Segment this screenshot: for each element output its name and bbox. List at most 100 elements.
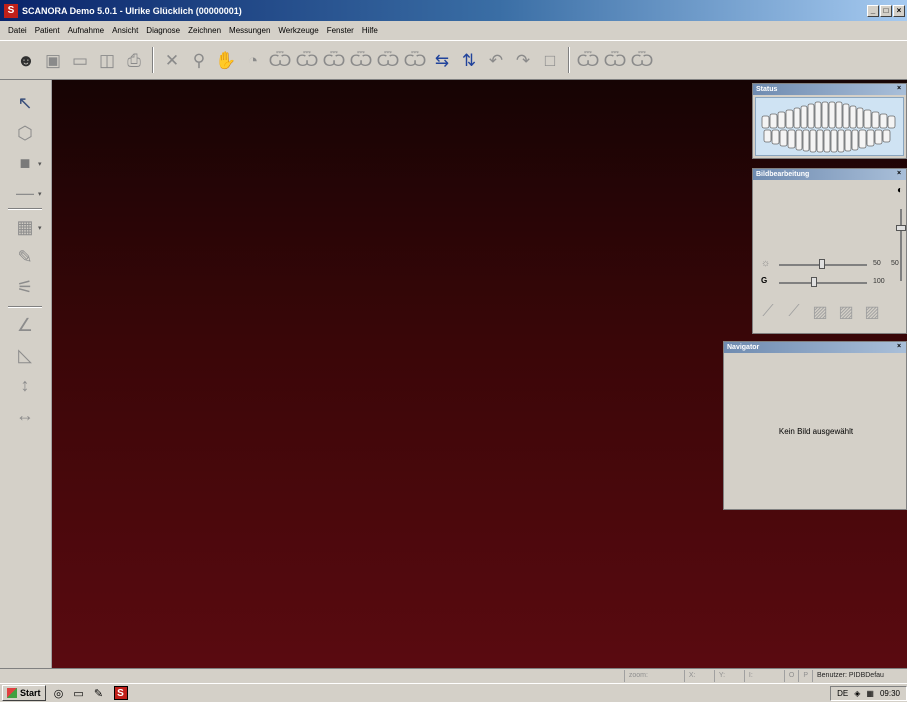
- eraser-icon[interactable]: ⬡: [10, 120, 40, 146]
- image-processing-header: Bildbearbeitung ×: [753, 169, 906, 180]
- system-tray: DE ◈ ▦ 09:30: [830, 685, 907, 701]
- zoom-icon[interactable]: ⚲: [187, 48, 211, 72]
- gamma-slider-thumb[interactable]: [811, 277, 817, 287]
- draw-tool-icon[interactable]: ✎: [10, 244, 40, 270]
- tooth-view-1-icon[interactable]: Ѿ: [268, 48, 292, 72]
- image-processing-title: Bildbearbeitung: [756, 171, 810, 178]
- navigator-panel: Navigator × Kein Bild ausgewählt: [723, 341, 907, 510]
- close-icon[interactable]: ×: [895, 85, 903, 93]
- teeth-chart-icon: [761, 101, 896, 153]
- tooth-view-8-icon[interactable]: Ѿ: [603, 48, 627, 72]
- windows-logo-icon: [7, 688, 17, 698]
- tooth-view-6-icon[interactable]: Ѿ: [403, 48, 427, 72]
- curve-preset-1-icon[interactable]: ▨: [809, 301, 831, 323]
- app-logo-icon: S: [4, 3, 18, 18]
- calibrate-tool-icon[interactable]: ⚟: [10, 274, 40, 300]
- line-style-icon[interactable]: ―: [10, 180, 40, 206]
- curve-preset-2-icon[interactable]: ▨: [835, 301, 857, 323]
- contrast-slider-track[interactable]: [900, 209, 902, 281]
- status-user: Benutzer: PIDBDefau: [812, 670, 907, 682]
- navigator-header: Navigator ×: [724, 342, 906, 353]
- gamma-label: G: [761, 276, 768, 285]
- copy-icon[interactable]: ◫: [95, 48, 119, 72]
- save-icon[interactable]: ▭: [68, 48, 92, 72]
- status-p: P: [798, 670, 812, 682]
- menu-ansicht[interactable]: Ansicht: [108, 26, 142, 35]
- status-y: Y:: [713, 670, 744, 682]
- tooth-view-9-icon[interactable]: Ѿ: [630, 48, 654, 72]
- chevron-down-icon[interactable]: ▾: [38, 224, 42, 232]
- menu-hilfe[interactable]: Hilfe: [358, 26, 382, 35]
- brightness-icon: ☼: [761, 258, 771, 269]
- gamma-slider-track[interactable]: [779, 282, 867, 284]
- menu-fenster[interactable]: Fenster: [323, 26, 358, 35]
- navigator-title: Navigator: [727, 344, 760, 351]
- tooth-view-2-icon[interactable]: Ѿ: [295, 48, 319, 72]
- crop-icon[interactable]: □: [538, 48, 562, 72]
- taskbar-scanora-button[interactable]: S: [113, 686, 128, 700]
- status-panel: Status ×: [752, 83, 907, 159]
- menu-bar: Datei Patient Aufnahme Ansicht Diagnose …: [0, 21, 907, 40]
- menu-werkzeuge[interactable]: Werkzeuge: [274, 26, 322, 35]
- patient-icon[interactable]: ☻: [14, 48, 38, 72]
- fullscreen-icon[interactable]: ✕: [160, 48, 184, 72]
- vertical-measure-icon[interactable]: ↕: [10, 372, 40, 398]
- menu-datei[interactable]: Datei: [4, 26, 31, 35]
- toolbar-separator: [152, 47, 154, 73]
- close-icon[interactable]: ×: [895, 170, 903, 178]
- contrast-slider-thumb[interactable]: [896, 225, 906, 231]
- redo-icon[interactable]: ↷: [511, 48, 535, 72]
- tray-network-icon[interactable]: ▦: [866, 689, 874, 698]
- status-panel-header: Status ×: [753, 84, 906, 95]
- pen-icon[interactable]: ✎: [92, 686, 106, 700]
- print-icon[interactable]: ⎙: [122, 48, 146, 72]
- tooth-view-4-icon[interactable]: Ѿ: [349, 48, 373, 72]
- start-button[interactable]: Start: [2, 685, 46, 701]
- windows-taskbar: Start ◎ ▭ ✎ S DE ◈ ▦ 09:30: [0, 683, 907, 702]
- image-processing-panel: Bildbearbeitung × ◐ ☼ 50 50 G 100 ⟋ ⟋ ▨ …: [752, 168, 907, 334]
- triangle-measure-icon[interactable]: ◺: [10, 342, 40, 368]
- tooth-view-3-icon[interactable]: Ѿ: [322, 48, 346, 72]
- pointer-icon[interactable]: ↖: [10, 90, 40, 116]
- contrast-icon[interactable]: ◔: [241, 48, 265, 72]
- minimize-button[interactable]: _: [867, 4, 879, 17]
- status-o: O: [783, 670, 798, 682]
- status-bar: zoom: X: Y: I: O P Benutzer: PIDBDefau: [0, 668, 907, 683]
- language-indicator[interactable]: DE: [837, 689, 848, 698]
- maximize-button[interactable]: □: [880, 4, 892, 17]
- start-label: Start: [20, 688, 41, 698]
- brightness-value: 50: [873, 260, 881, 267]
- chevron-down-icon[interactable]: ▾: [38, 190, 42, 198]
- horizontal-measure-icon[interactable]: ↔: [10, 402, 40, 428]
- status-zoom: zoom:: [623, 670, 684, 682]
- sidebar-separator: [8, 306, 42, 308]
- undo-icon[interactable]: ↶: [484, 48, 508, 72]
- tray-app-icon[interactable]: ◈: [854, 689, 860, 698]
- curve-soft-icon[interactable]: ⟋: [783, 301, 805, 323]
- folder-icon[interactable]: ▭: [72, 686, 86, 700]
- flip-horizontal-icon[interactable]: ⇆: [430, 48, 454, 72]
- close-button[interactable]: ×: [893, 4, 905, 17]
- tooth-view-7-icon[interactable]: Ѿ: [576, 48, 600, 72]
- main-toolbar: ☻ ▣ ▭ ◫ ⎙ ✕ ⚲ ✋ ◔ Ѿ Ѿ Ѿ Ѿ Ѿ Ѿ ⇆ ⇅ ↶ ↷ □ …: [0, 40, 907, 80]
- open-icon[interactable]: ▣: [41, 48, 65, 72]
- menu-messungen[interactable]: Messungen: [225, 26, 274, 35]
- menu-zeichnen[interactable]: Zeichnen: [184, 26, 225, 35]
- curve-preset-3-icon[interactable]: ▨: [861, 301, 883, 323]
- menu-patient[interactable]: Patient: [31, 26, 64, 35]
- menu-diagnose[interactable]: Diagnose: [142, 26, 184, 35]
- browser-icon[interactable]: ◎: [52, 686, 66, 700]
- brightness-slider-thumb[interactable]: [819, 259, 825, 269]
- curve-linear-icon[interactable]: ⟋: [757, 301, 779, 323]
- fill-color-icon[interactable]: ■: [10, 150, 40, 176]
- menu-aufnahme[interactable]: Aufnahme: [64, 26, 108, 35]
- pan-hand-icon[interactable]: ✋: [214, 48, 238, 72]
- image-tool-icon[interactable]: ▦: [10, 214, 40, 240]
- toolbar-separator: [568, 47, 570, 73]
- dental-chart[interactable]: [755, 97, 904, 156]
- tooth-view-5-icon[interactable]: Ѿ: [376, 48, 400, 72]
- chevron-down-icon[interactable]: ▾: [38, 160, 42, 168]
- angle-measure-icon[interactable]: ∠: [10, 312, 40, 338]
- close-icon[interactable]: ×: [895, 343, 903, 351]
- flip-vertical-icon[interactable]: ⇅: [457, 48, 481, 72]
